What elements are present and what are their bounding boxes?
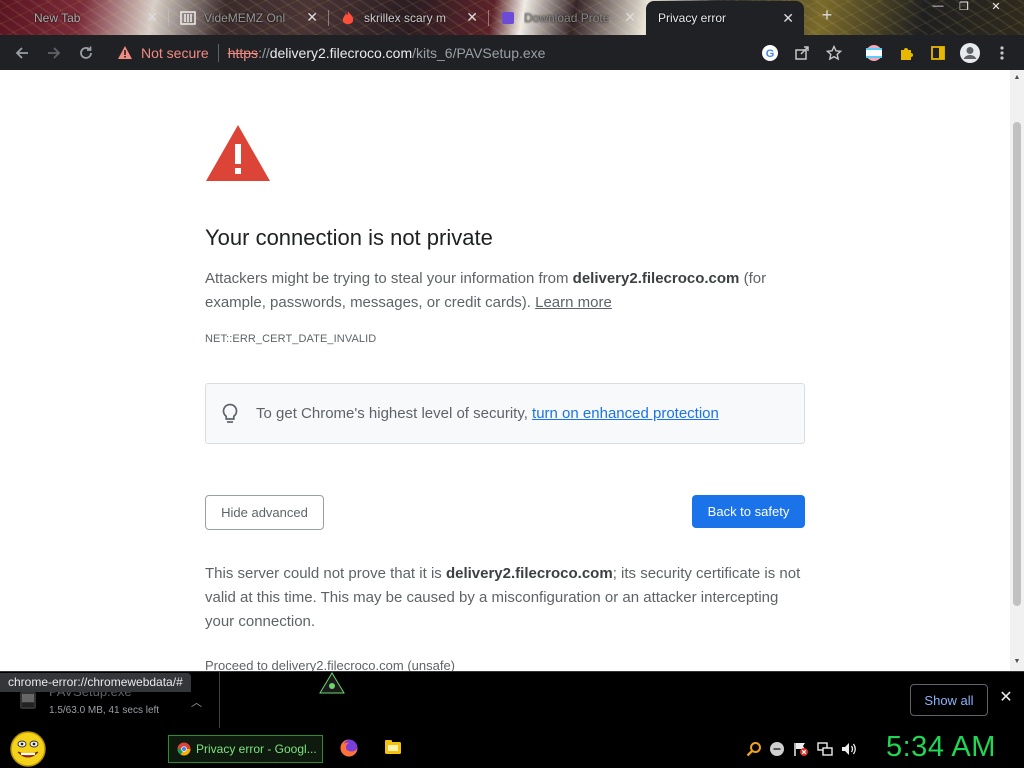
new-tab-icon — [10, 10, 26, 26]
taskbar-window-title: Privacy error - Googl... — [196, 742, 317, 756]
tab-download-protect[interactable]: Download Prote ✕ — [490, 3, 646, 32]
url-separator: :// — [258, 44, 270, 61]
tab-title: skrillex scary m — [364, 10, 447, 25]
page-title: Your connection is not private — [205, 225, 493, 250]
new-tab-button[interactable]: + — [818, 6, 836, 25]
back-to-safety-button[interactable]: Back to safety — [692, 495, 805, 528]
volume-icon[interactable] — [840, 740, 858, 758]
flag-extension-icon[interactable] — [863, 42, 885, 64]
scroll-thumb[interactable] — [1013, 122, 1021, 606]
flame-icon — [340, 10, 356, 26]
forward-button[interactable] — [41, 40, 67, 66]
learn-more-link[interactable]: Learn more — [535, 294, 612, 311]
chevron-up-icon[interactable]: ︿ — [191, 694, 202, 710]
warning-icon[interactable] — [117, 45, 133, 61]
detail-text: This server could not prove that it is — [205, 565, 446, 582]
tab-divider — [488, 10, 489, 26]
firefox-icon[interactable] — [339, 738, 359, 758]
interstitial-page: Your connection is not private Attackers… — [0, 70, 1010, 671]
close-shelf-icon[interactable]: ✕ — [996, 688, 1016, 708]
archive-icon — [180, 10, 196, 26]
tab-divider — [328, 10, 329, 26]
close-icon[interactable]: ✕ — [306, 9, 318, 26]
show-all-button[interactable]: Show all — [910, 684, 988, 716]
tab-strip: New Tab ✕ VideMEMZ Onl ✕ skrillex scary … — [0, 0, 1024, 35]
intro-host: delivery2.filecroco.com — [572, 270, 740, 287]
tab-privacy-error[interactable]: Privacy error ✕ — [646, 1, 804, 35]
main-message: Attackers might be trying to steal your … — [205, 267, 805, 315]
tab-divider — [168, 10, 169, 26]
lightbulb-icon — [222, 403, 238, 423]
address-bar[interactable]: Not secure https://delivery2.filecroco.c… — [108, 38, 850, 67]
mouse-cursor-icon — [319, 672, 345, 694]
browser-toolbar: Not secure https://delivery2.filecroco.c… — [0, 35, 1024, 70]
intro-text: Attackers might be trying to steal your … — [205, 270, 573, 287]
reload-button[interactable] — [73, 40, 99, 66]
url-host: delivery2.filecroco.com — [269, 44, 413, 61]
smiley-tray-icon[interactable] — [768, 740, 786, 758]
start-smiley-icon[interactable] — [8, 730, 48, 768]
taskbar-clock[interactable]: 5:34 AM — [886, 731, 996, 764]
google-lens-icon[interactable]: G — [759, 42, 781, 64]
screen: New Tab ✕ VideMEMZ Onl ✕ skrillex scary … — [0, 0, 1024, 768]
site-icon — [500, 10, 516, 26]
forward-arrow-icon — [48, 47, 61, 59]
svg-text:G: G — [766, 48, 775, 60]
restore-icon[interactable]: ❐ — [952, 0, 976, 14]
back-arrow-icon — [15, 47, 28, 59]
close-icon[interactable]: ✕ — [146, 9, 158, 26]
scroll-up-icon[interactable]: ▲ — [1013, 74, 1021, 82]
page-scrollbar[interactable]: ▲ ▼ — [1010, 70, 1024, 671]
enhanced-protection-link[interactable]: turn on enhanced protection — [532, 405, 719, 422]
reload-icon — [80, 46, 92, 59]
url-text[interactable]: https://delivery2.filecroco.com/kits_6/P… — [228, 45, 546, 61]
side-panel-icon[interactable] — [927, 42, 949, 64]
error-code: NET::ERR_CERT_DATE_INVALID — [205, 333, 377, 345]
download-progress: 1.5/63.0 MB, 41 secs left — [49, 705, 160, 716]
back-button[interactable] — [9, 40, 35, 66]
tab-title: Privacy error — [658, 11, 727, 25]
hide-advanced-button[interactable]: Hide advanced — [205, 495, 324, 530]
network-icon[interactable] — [816, 740, 834, 758]
proceed-unsafe-link[interactable]: Proceed to delivery2.filecroco.com (unsa… — [205, 658, 455, 671]
not-secure-label[interactable]: Not secure — [141, 45, 209, 61]
enhanced-protection-tip: To get Chrome's highest level of securit… — [205, 383, 805, 444]
taskbar-chrome-window[interactable]: Privacy error - Googl... — [168, 735, 323, 763]
status-bubble: chrome-error://chromewebdata/# — [0, 673, 191, 692]
search-tray-icon[interactable] — [745, 740, 763, 758]
tab-title: VideMEMZ Onl — [204, 10, 286, 25]
scroll-down-icon[interactable]: ▼ — [1013, 658, 1021, 666]
url-path: /kits_6/PAVSetup.exe — [412, 44, 546, 61]
close-icon[interactable]: ✕ — [624, 9, 636, 26]
tab-skrillex[interactable]: skrillex scary m ✕ — [330, 3, 488, 32]
close-icon[interactable]: ✕ — [782, 10, 794, 27]
profile-avatar-icon[interactable] — [959, 42, 981, 64]
tip-text: To get Chrome's highest level of securit… — [256, 405, 528, 422]
share-icon[interactable] — [791, 42, 813, 64]
tab-vidememz[interactable]: VideMEMZ Onl ✕ — [170, 3, 328, 32]
warning-triangle-icon — [206, 125, 270, 181]
details-message: This server could not prove that it is d… — [205, 562, 805, 634]
chrome-icon — [177, 742, 191, 756]
minimize-icon[interactable]: — — [926, 0, 950, 14]
installer-file-icon — [20, 692, 36, 709]
tab-title: Download Prote — [524, 10, 610, 25]
bookmark-star-icon[interactable] — [823, 42, 845, 64]
detail-host: delivery2.filecroco.com — [445, 565, 613, 582]
omnibox-divider — [217, 43, 219, 62]
tab-title: New Tab — [34, 10, 81, 25]
extensions-puzzle-icon[interactable] — [895, 42, 917, 64]
action-center-flag-icon[interactable] — [792, 740, 810, 758]
close-icon[interactable]: ✕ — [466, 9, 478, 26]
tab-new-tab[interactable]: New Tab ✕ — [0, 3, 168, 32]
kebab-menu-icon[interactable] — [991, 42, 1013, 64]
url-scheme: https — [227, 44, 259, 61]
taskbar: Privacy error - Googl... 5:34 AM — [0, 728, 1024, 768]
window-close-icon[interactable]: ✕ — [984, 0, 1008, 14]
file-explorer-icon[interactable] — [384, 738, 402, 756]
